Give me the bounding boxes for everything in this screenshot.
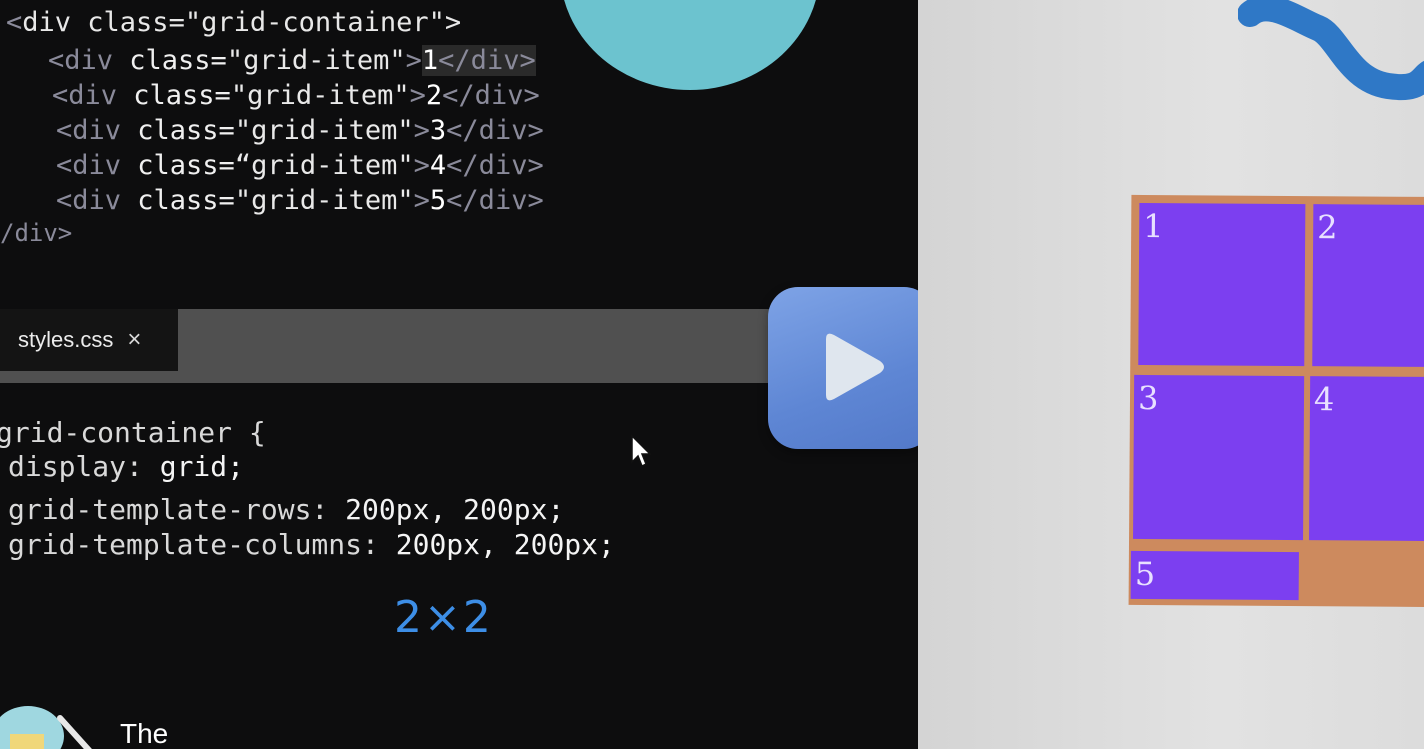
browser-preview: 1 2 3 4 5 [918, 0, 1424, 749]
avatar [0, 688, 100, 749]
code-line-item-4: <div class=“grid-item">4</div> [56, 150, 544, 181]
css-line-columns: grid-template-columns: 200px, 200px; [8, 528, 615, 561]
grid-item-5: 5 [1130, 550, 1299, 601]
code-text: div class="grid-container"> [22, 7, 462, 38]
grid-item-4: 4 [1309, 376, 1424, 542]
code-line-item-2: <div class="grid-item">2</div> [52, 80, 540, 111]
play-button[interactable] [768, 287, 934, 449]
grid-item-3: 3 [1133, 374, 1305, 541]
code-line-container-close: /div> [0, 219, 73, 247]
css-line-rows: grid-template-rows: 200px, 200px; [8, 493, 565, 526]
grid-container-preview: 1 2 3 4 5 [1128, 194, 1424, 608]
mouse-cursor-icon [630, 434, 652, 472]
tab-label: styles.css [18, 327, 114, 352]
code-line-item-5: <div class="grid-item">5</div> [56, 185, 544, 216]
decorative-squiggle [1238, 0, 1424, 101]
play-icon [826, 333, 884, 401]
css-selector-line: grid-container { [0, 416, 266, 449]
grid-item-1: 1 [1138, 202, 1306, 367]
tab-styles-css[interactable]: styles.css × [0, 309, 178, 371]
decorative-blob [560, 0, 820, 90]
handwritten-annotation: 2×2 [394, 592, 493, 643]
editor-tab-bar: styles.css × [0, 309, 780, 383]
code-line-item-3: <div class="grid-item">3</div> [56, 115, 544, 146]
css-line-display: display: grid; [8, 450, 245, 483]
close-icon[interactable]: × [127, 326, 141, 354]
code-line-container-open: <div class="grid-container"> [6, 7, 462, 38]
code-line-item-1: <div class="grid-item">1</div> [48, 45, 536, 76]
video-subtitle: The [120, 718, 169, 749]
grid-item-2: 2 [1312, 204, 1424, 368]
